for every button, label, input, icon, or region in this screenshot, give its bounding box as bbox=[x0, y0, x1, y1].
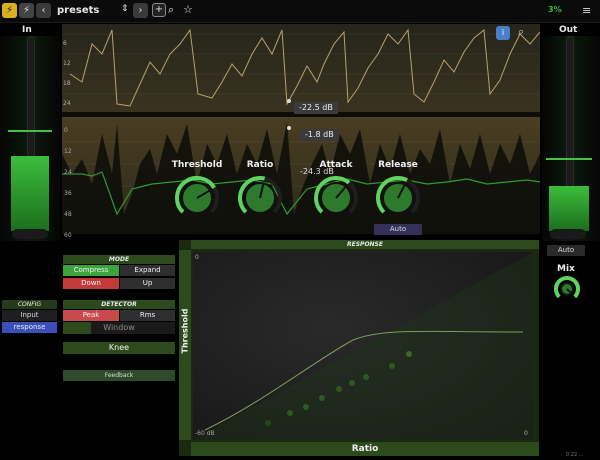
attack-knob[interactable] bbox=[313, 175, 359, 221]
input-button[interactable]: Input bbox=[2, 310, 57, 321]
config-header: CONFIG bbox=[2, 300, 57, 309]
in-label: In bbox=[22, 25, 32, 35]
bottom-scale-label: 12 bbox=[64, 148, 72, 155]
response-y-top: 0 bbox=[195, 254, 199, 261]
window-label: Window bbox=[103, 323, 135, 332]
release-knob-label: Release bbox=[378, 160, 418, 170]
save-preset-icon[interactable]: + bbox=[152, 3, 166, 17]
output-auto-button[interactable]: Auto bbox=[547, 245, 585, 256]
response-x-right: 0 bbox=[524, 430, 528, 437]
gain-reduction-readout: -22.5 dB bbox=[294, 102, 338, 114]
out-label: Out bbox=[559, 25, 578, 35]
release-knob[interactable] bbox=[375, 175, 421, 221]
response-header: RESPONSE bbox=[191, 240, 539, 249]
response-point bbox=[336, 386, 342, 392]
bottom-scale-label: 60 bbox=[64, 232, 72, 239]
input-meter-peak bbox=[8, 130, 52, 132]
down-button[interactable]: Down bbox=[63, 278, 119, 289]
response-point bbox=[406, 351, 412, 357]
transfer-curve bbox=[193, 252, 533, 440]
input-meter[interactable] bbox=[0, 36, 60, 241]
next-preset-button[interactable]: › bbox=[133, 3, 148, 18]
rms-button[interactable]: Rms bbox=[120, 310, 175, 321]
bottom-scale-label: 24 bbox=[64, 169, 72, 176]
response-button[interactable]: response bbox=[2, 322, 57, 333]
bypass-icon[interactable]: ⚡ bbox=[19, 3, 34, 18]
bottom-scale-label: 36 bbox=[64, 190, 72, 197]
response-panel: RESPONSE Threshold Ratio 0 -60 dB 0 bbox=[179, 240, 539, 456]
window-slider[interactable]: Window bbox=[63, 322, 175, 334]
menu-icon[interactable]: ≡ bbox=[582, 4, 591, 17]
attack-knob-graphic bbox=[314, 176, 358, 214]
bottom-scale-label: 48 bbox=[64, 211, 72, 218]
ratio-knob-graphic bbox=[238, 176, 282, 214]
release-knob-graphic bbox=[376, 176, 420, 214]
expand-button[interactable]: Expand bbox=[120, 265, 175, 276]
release-auto-button[interactable]: Auto bbox=[374, 224, 422, 235]
version-label: 0.22 ... bbox=[566, 452, 584, 458]
preset-dropdown-icon[interactable]: ⇕ bbox=[121, 4, 129, 14]
input-meter-level bbox=[11, 156, 49, 231]
cpu-readout: 3% bbox=[548, 5, 562, 14]
detector-header: DETECTOR bbox=[63, 300, 175, 309]
mode-header: MODE bbox=[63, 255, 175, 264]
search-icon[interactable]: ⌕ bbox=[168, 3, 174, 17]
response-xlabel: Ratio bbox=[191, 442, 539, 456]
mix-knob[interactable] bbox=[553, 275, 581, 303]
response-ylabel: Threshold bbox=[180, 308, 190, 354]
output-meter-base bbox=[550, 229, 586, 239]
response-point bbox=[363, 374, 369, 380]
top-bar: ⚡ ⚡ ‹ presets ⇕ › + ⌕ ☆ 3% ≡ bbox=[0, 0, 600, 23]
response-point bbox=[319, 395, 325, 401]
top-scale-label: 12 bbox=[63, 60, 71, 67]
favorite-star-icon[interactable]: ☆ bbox=[183, 3, 193, 16]
info-icon[interactable]: i bbox=[496, 26, 510, 40]
input-meter-base bbox=[12, 229, 48, 239]
knee-slider[interactable]: Knee bbox=[63, 342, 175, 354]
zoom-icon[interactable]: ⌕ bbox=[518, 25, 524, 39]
attack-knob-label: Attack bbox=[319, 160, 353, 170]
compress-button[interactable]: Compress bbox=[63, 265, 119, 276]
top-scale-label: 18 bbox=[63, 80, 71, 87]
top-scale-label: 6 bbox=[63, 40, 67, 47]
response-x-left: -60 dB bbox=[195, 430, 215, 437]
feedback-button[interactable]: Feedback bbox=[63, 370, 175, 381]
ratio-knob-label: Ratio bbox=[246, 160, 274, 170]
mix-label: Mix bbox=[557, 264, 575, 274]
output-meter[interactable] bbox=[542, 36, 600, 241]
response-y-bar: Threshold bbox=[179, 250, 191, 440]
threshold-knob-graphic bbox=[175, 175, 219, 214]
peak-button[interactable]: Peak bbox=[63, 310, 119, 321]
top-scale: 6 12 18 24 bbox=[63, 34, 75, 114]
output-meter-level bbox=[549, 186, 589, 231]
transfer-curve-plot[interactable]: 0 -60 dB 0 bbox=[193, 252, 533, 440]
power-icon[interactable]: ⚡ bbox=[2, 3, 17, 18]
response-point bbox=[349, 380, 355, 386]
response-point bbox=[265, 420, 271, 426]
bottom-scale: 0 12 24 36 48 60 bbox=[64, 120, 76, 246]
response-point bbox=[389, 363, 395, 369]
mix-knob-graphic bbox=[554, 276, 580, 299]
level-handle[interactable] bbox=[287, 126, 291, 130]
prev-preset-button[interactable]: ‹ bbox=[36, 3, 51, 18]
up-button[interactable]: Up bbox=[120, 278, 175, 289]
top-scale-label: 24 bbox=[63, 100, 71, 107]
threshold-readout: -1.8 dB bbox=[300, 129, 339, 141]
output-meter-peak bbox=[546, 158, 592, 160]
threshold-handle[interactable] bbox=[287, 99, 291, 103]
threshold-knob-label: Threshold bbox=[171, 160, 223, 170]
bottom-scale-label: 0 bbox=[64, 127, 68, 134]
response-point bbox=[287, 410, 293, 416]
response-point bbox=[303, 404, 309, 410]
ratio-knob[interactable] bbox=[237, 175, 283, 221]
threshold-knob[interactable] bbox=[174, 175, 220, 221]
preset-name[interactable]: presets bbox=[57, 5, 99, 16]
